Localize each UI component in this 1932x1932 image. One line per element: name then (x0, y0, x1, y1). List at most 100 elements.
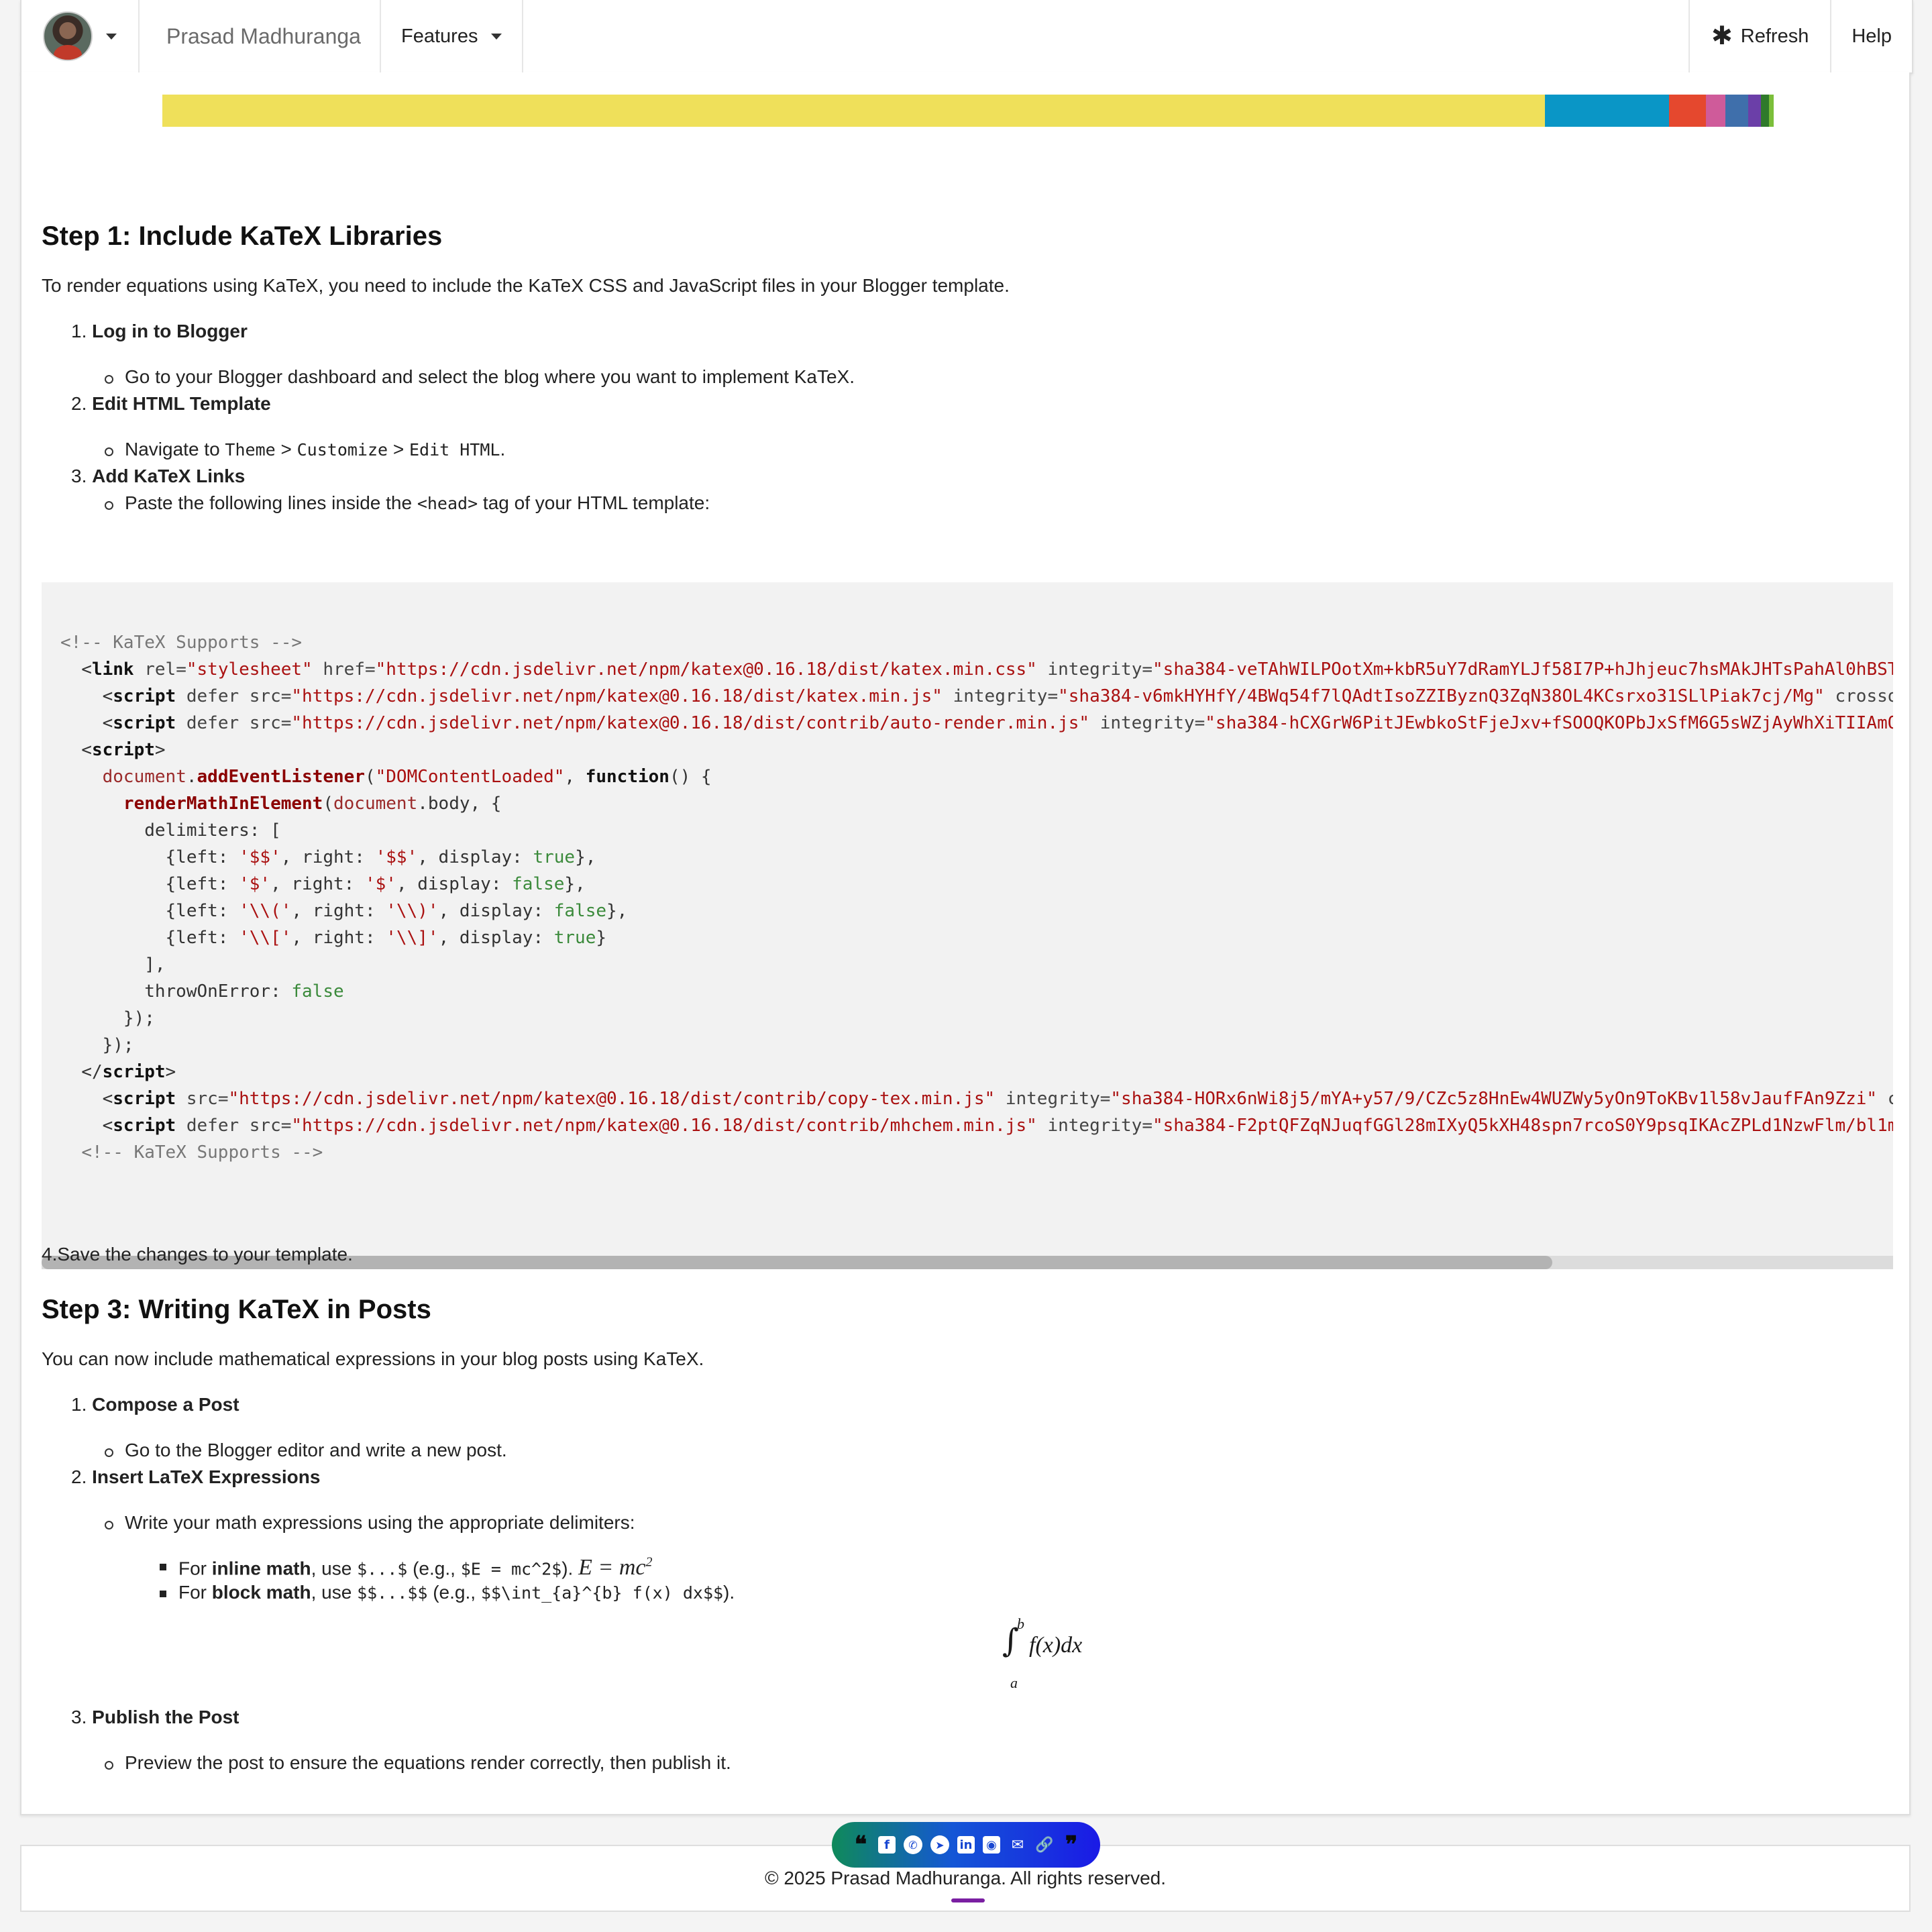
list-item-title: Log in to Blogger (92, 321, 248, 341)
sub-text: ). (561, 1558, 574, 1579)
list-item-title: Publish the Post (92, 1707, 239, 1727)
list-sub-item: Preview the post to ensure the equations… (105, 1752, 731, 1773)
language-segment (1760, 95, 1769, 127)
list-sub-item: Go to the Blogger editor and write a new… (105, 1440, 507, 1460)
profile-menu[interactable] (21, 0, 140, 72)
sub-text: Paste the following lines inside the (125, 492, 417, 513)
navbar-spacer (523, 0, 1690, 72)
features-label[interactable]: Features (401, 25, 478, 48)
link-icon[interactable]: 🔗 (1035, 1835, 1054, 1854)
sub-text: ). (723, 1582, 735, 1603)
list-sub-item: Paste the following lines inside the <he… (104, 492, 710, 514)
brand-name[interactable]: Prasad Madhuranga (166, 24, 361, 49)
facebook-icon[interactable]: f (878, 1836, 896, 1854)
copytex-trail: cros (1887, 1089, 1893, 1109)
rendered-math: E = mc2 (578, 1555, 652, 1580)
copytex-integrity: "sha384-HORx6nWi8j5/mYA+y57/9/CZc5z8HnEw… (1110, 1089, 1878, 1109)
language-usage-bar (162, 95, 1774, 127)
list-item-title: Insert LaTeX Expressions (92, 1466, 321, 1487)
language-segment (1768, 95, 1774, 127)
katex-trail: crossorig (1835, 686, 1893, 706)
inline-code: $$...$$ (357, 1583, 428, 1603)
list-sub-item: Navigate to Theme > Customize > Edit HTM… (104, 439, 506, 460)
language-segment (1725, 95, 1748, 127)
list-item: 3. Add KaTeX Links (71, 466, 245, 487)
share-bar: ❝ f ✆ ➤ in ◉ ✉ 🔗 ❞ (832, 1822, 1100, 1868)
code-block[interactable]: <!-- KaTeX Supports --> <link rel="style… (42, 582, 1893, 1269)
list-number: 3. (71, 466, 87, 486)
copyright-text: © 2025 Prasad Madhuranga. All rights res… (764, 1868, 1167, 1888)
integral-upper: b (1017, 1615, 1024, 1632)
inline-math-item: For inline math, use $...$ (e.g., $E = m… (159, 1555, 652, 1580)
brand-underline (951, 1898, 985, 1902)
sub-text: (e.g., (427, 1582, 481, 1603)
katex-src: "https://cdn.jsdelivr.net/npm/katex@0.16… (291, 686, 943, 706)
inline-code: $...$ (357, 1559, 408, 1579)
code-text: <!-- KaTeX Supports --> <link rel="style… (60, 629, 1893, 1166)
sub-text: , use (311, 1582, 358, 1603)
sub-text: . (500, 439, 506, 460)
reddit-icon[interactable]: ◉ (983, 1836, 1000, 1854)
language-segment (1668, 95, 1707, 127)
mhchem-src: "https://cdn.jsdelivr.net/npm/katex@0.16… (291, 1116, 1037, 1136)
top-navbar: Prasad Madhuranga Features ✱ Refresh Hel… (20, 0, 1913, 74)
help-label: Help (1851, 25, 1892, 47)
brand-link[interactable]: Prasad Madhuranga (140, 0, 381, 72)
step1-intro: To render equations using KaTeX, you nee… (42, 275, 1010, 296)
separator: > (388, 439, 409, 460)
inline-code: Edit HTML (409, 440, 500, 460)
list-number: 1. (71, 1394, 87, 1415)
inline-code: $E = mc^2$ (460, 1559, 562, 1579)
list-item: 2. Edit HTML Template (71, 393, 271, 415)
list-item: 3. Publish the Post (71, 1707, 239, 1728)
language-segment (1544, 95, 1669, 127)
list-item-title: Edit HTML Template (92, 393, 271, 414)
refresh-button[interactable]: ✱ Refresh (1690, 0, 1832, 72)
telegram-icon[interactable]: ➤ (930, 1835, 949, 1854)
linkedin-icon[interactable]: in (957, 1836, 975, 1854)
main-content-card: Step 1: Include KaTeX Libraries To rende… (20, 72, 1911, 1815)
list-sub-item: Go to your Blogger dashboard and select … (105, 366, 855, 387)
language-segment (1706, 95, 1725, 127)
sub-text: , use (311, 1558, 358, 1579)
inline-code: <head> (417, 494, 478, 513)
avatar[interactable] (43, 11, 93, 61)
list-number: 2. (71, 393, 87, 414)
list-item: 2. Insert LaTeX Expressions (71, 1466, 320, 1488)
refresh-label: Refresh (1740, 25, 1809, 47)
chevron-down-icon[interactable] (106, 33, 117, 40)
integral-body: f(x)dx (1029, 1633, 1083, 1658)
quote-open-icon: ❝ (854, 1831, 867, 1858)
inline-code: Theme (225, 440, 276, 460)
separator: > (275, 439, 297, 460)
help-button[interactable]: Help (1831, 0, 1912, 72)
sub-text: Navigate to (125, 439, 225, 460)
list-number: 1. (71, 321, 87, 341)
math-exponent: 2 (645, 1555, 653, 1570)
inline-code: $$\int_{a}^{b} f(x) dx$$ (480, 1583, 724, 1603)
autorender-integrity: "sha384-hCXGrW6PitJEwbkoStFjeJxv+fSOOQKO… (1205, 713, 1893, 733)
email-icon[interactable]: ✉ (1008, 1835, 1027, 1854)
css-href: "https://cdn.jsdelivr.net/npm/katex@0.16… (375, 659, 1037, 680)
math-base: E = mc (578, 1555, 646, 1580)
event-name: "DOMContentLoaded" (375, 767, 565, 787)
copytex-src: "https://cdn.jsdelivr.net/npm/katex@0.16… (228, 1089, 996, 1109)
autorender-src: "https://cdn.jsdelivr.net/npm/katex@0.16… (291, 713, 1090, 733)
block-math-item: For block math, use $$...$$ (e.g., $$\in… (159, 1582, 735, 1603)
code-comment: <!-- KaTeX Supports --> (60, 633, 303, 653)
features-menu[interactable]: Features (381, 0, 524, 72)
css-integrity: "sha384-veTAhWILPOotXm+kbR5uY7dRamYLJf58… (1152, 659, 1893, 680)
chevron-down-icon[interactable] (491, 33, 502, 40)
step3-heading: Step 3: Writing KaTeX in Posts (42, 1295, 431, 1324)
code-comment: <!-- KaTeX Supports --> (81, 1142, 323, 1163)
asterisk-icon: ✱ (1711, 22, 1733, 50)
list-item-title: Compose a Post (92, 1394, 239, 1415)
step1-heading: Step 1: Include KaTeX Libraries (42, 221, 443, 251)
sub-text: tag of your HTML template: (478, 492, 710, 513)
language-segment (1748, 95, 1761, 127)
whatsapp-icon[interactable]: ✆ (904, 1835, 922, 1854)
list-item: 1. Log in to Blogger (71, 321, 248, 342)
sub-text: (e.g., (407, 1558, 461, 1579)
list-sub-item: Write your math expressions using the ap… (105, 1512, 635, 1533)
step3-intro: You can now include mathematical express… (42, 1348, 704, 1369)
